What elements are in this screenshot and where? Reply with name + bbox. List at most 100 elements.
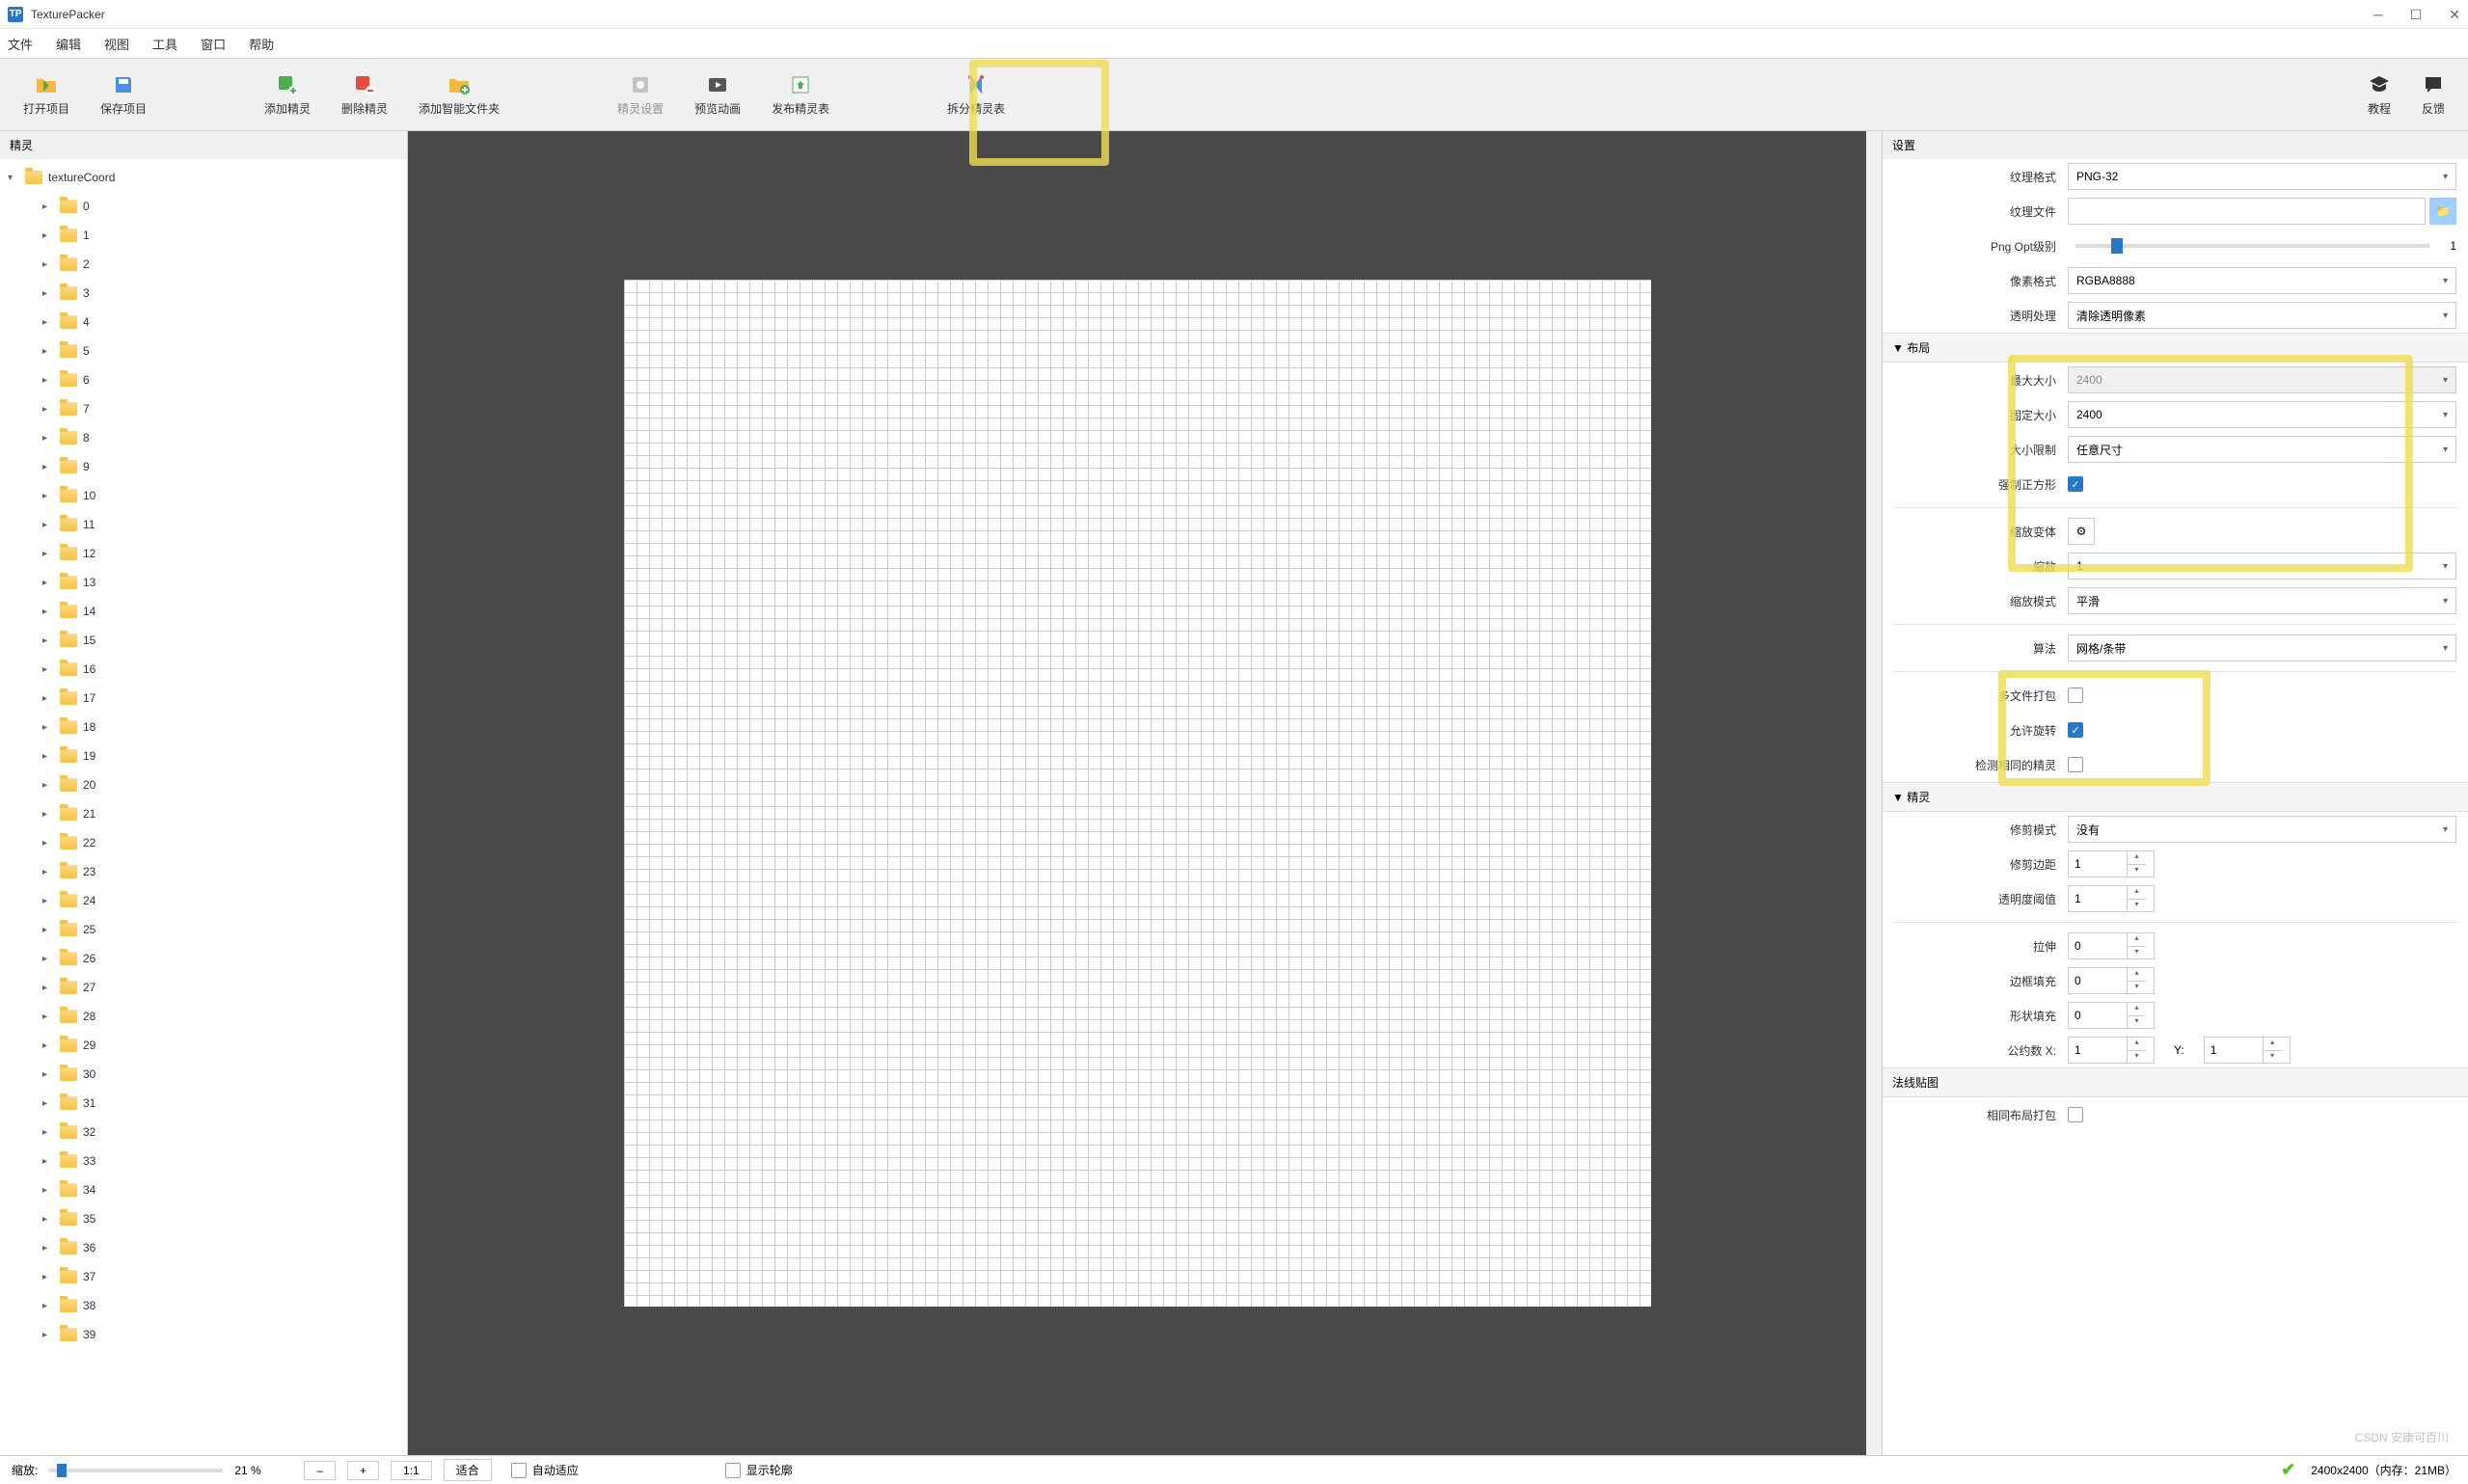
chevron-right-icon[interactable]: ▸ (42, 288, 54, 299)
chevron-right-icon[interactable]: ▸ (42, 664, 54, 675)
tree-item[interactable]: ▸12 (0, 539, 407, 568)
chevron-down-icon[interactable]: ▾ (8, 173, 19, 183)
chevron-right-icon[interactable]: ▸ (42, 954, 54, 964)
tree-item[interactable]: ▸27 (0, 973, 407, 1002)
tree-item[interactable]: ▸1 (0, 221, 407, 250)
trim-mode-select[interactable]: 没有▾ (2068, 816, 2456, 843)
tree-item[interactable]: ▸4 (0, 308, 407, 337)
chevron-right-icon[interactable]: ▸ (42, 1214, 54, 1225)
tree-item[interactable]: ▸10 (0, 481, 407, 510)
menu-window[interactable]: 窗口 (201, 35, 226, 53)
tree-item[interactable]: ▸8 (0, 423, 407, 452)
tutorial-button[interactable]: 教程 (2352, 69, 2406, 121)
tree-item[interactable]: ▸29 (0, 1031, 407, 1060)
tree-item[interactable]: ▸0 (0, 192, 407, 221)
size-limit-select[interactable]: 任意尺寸▾ (2068, 436, 2456, 463)
chevron-right-icon[interactable]: ▸ (42, 1301, 54, 1311)
menu-help[interactable]: 帮助 (249, 35, 274, 53)
chevron-right-icon[interactable]: ▸ (42, 896, 54, 906)
chevron-right-icon[interactable]: ▸ (42, 1127, 54, 1138)
chevron-right-icon[interactable]: ▸ (42, 1330, 54, 1340)
tree-item[interactable]: ▸23 (0, 857, 407, 886)
chevron-right-icon[interactable]: ▸ (42, 259, 54, 270)
zoom-in-button[interactable]: + (347, 1461, 379, 1480)
tree-root[interactable]: ▾ textureCoord (0, 163, 407, 192)
chevron-right-icon[interactable]: ▸ (42, 780, 54, 791)
canvas-scrollbar[interactable] (1866, 131, 1882, 1455)
normal-map-section[interactable]: 法线贴图 (1883, 1067, 2468, 1097)
tree-item[interactable]: ▸7 (0, 394, 407, 423)
chevron-right-icon[interactable]: ▸ (42, 635, 54, 646)
chevron-right-icon[interactable]: ▸ (42, 1272, 54, 1282)
scale-mode-select[interactable]: 平滑▾ (2068, 587, 2456, 614)
tree-item[interactable]: ▸22 (0, 828, 407, 857)
tree-item[interactable]: ▸24 (0, 886, 407, 915)
tex-format-select[interactable]: PNG-32▾ (2068, 163, 2456, 190)
chevron-right-icon[interactable]: ▸ (42, 520, 54, 530)
tree-item[interactable]: ▸39 (0, 1320, 407, 1349)
layout-section[interactable]: ▼ 布局 (1883, 333, 2468, 363)
tex-file-input[interactable] (2068, 198, 2426, 225)
chevron-right-icon[interactable]: ▸ (42, 1098, 54, 1109)
chevron-right-icon[interactable]: ▸ (42, 838, 54, 849)
shape-pad-input[interactable]: ▴▾ (2068, 1002, 2155, 1029)
common-div-x[interactable]: ▴▾ (2068, 1037, 2155, 1064)
chevron-right-icon[interactable]: ▸ (42, 230, 54, 241)
open-project-button[interactable]: 打开项目 (8, 69, 85, 121)
border-pad-input[interactable]: ▴▾ (2068, 967, 2155, 994)
maximize-button[interactable]: ☐ (2410, 7, 2423, 23)
close-button[interactable]: ✕ (2449, 7, 2460, 23)
tree-item[interactable]: ▸18 (0, 713, 407, 742)
chevron-right-icon[interactable]: ▸ (42, 578, 54, 588)
preview-anim-button[interactable]: 预览动画 (679, 69, 756, 121)
tree-item[interactable]: ▸28 (0, 1002, 407, 1031)
same-layout-checkbox[interactable] (2068, 1107, 2083, 1122)
menu-tools[interactable]: 工具 (152, 35, 177, 53)
split-sheet-button[interactable]: 拆分精灵表 (932, 69, 1020, 121)
tree-item[interactable]: ▸21 (0, 799, 407, 828)
extrude-input[interactable]: ▴▾ (2068, 932, 2155, 959)
chevron-right-icon[interactable]: ▸ (42, 202, 54, 212)
tree-item[interactable]: ▸16 (0, 655, 407, 684)
algo-select[interactable]: 网格/条带▾ (2068, 634, 2456, 661)
tree-item[interactable]: ▸19 (0, 742, 407, 770)
tree-item[interactable]: ▸5 (0, 337, 407, 365)
tree-item[interactable]: ▸31 (0, 1089, 407, 1118)
chevron-right-icon[interactable]: ▸ (42, 1243, 54, 1254)
add-sprite-button[interactable]: 添加精灵 (249, 69, 326, 121)
chevron-right-icon[interactable]: ▸ (42, 375, 54, 386)
png-opt-slider[interactable] (2075, 244, 2429, 248)
chevron-right-icon[interactable]: ▸ (42, 549, 54, 559)
chevron-right-icon[interactable]: ▸ (42, 1156, 54, 1167)
trim-margin-input[interactable]: ▴▾ (2068, 850, 2155, 877)
tree-item[interactable]: ▸34 (0, 1175, 407, 1204)
tree-item[interactable]: ▸26 (0, 944, 407, 973)
chevron-right-icon[interactable]: ▸ (42, 404, 54, 415)
alpha-select[interactable]: 清除透明像素▾ (2068, 302, 2456, 329)
chevron-right-icon[interactable]: ▸ (42, 925, 54, 935)
tree-item[interactable]: ▸37 (0, 1262, 407, 1291)
tree-item[interactable]: ▸38 (0, 1291, 407, 1320)
force-square-checkbox[interactable]: ✓ (2068, 476, 2083, 492)
tree-item[interactable]: ▸13 (0, 568, 407, 597)
sprite-settings-button[interactable]: 精灵设置 (602, 69, 679, 121)
tree-item[interactable]: ▸35 (0, 1204, 407, 1233)
alpha-thr-input[interactable]: ▴▾ (2068, 885, 2155, 912)
zoom-fit-button[interactable]: 适合 (444, 1459, 492, 1481)
canvas[interactable] (408, 131, 1866, 1455)
scale-variant-button[interactable]: ⚙ (2068, 518, 2095, 545)
chevron-right-icon[interactable]: ▸ (42, 809, 54, 820)
tree-item[interactable]: ▸3 (0, 279, 407, 308)
common-div-y[interactable]: ▴▾ (2204, 1037, 2291, 1064)
chevron-right-icon[interactable]: ▸ (42, 607, 54, 617)
tree-item[interactable]: ▸14 (0, 597, 407, 626)
chevron-right-icon[interactable]: ▸ (42, 1185, 54, 1196)
zoom-out-button[interactable]: – (304, 1461, 336, 1480)
chevron-right-icon[interactable]: ▸ (42, 1012, 54, 1022)
tree-item[interactable]: ▸9 (0, 452, 407, 481)
tree-item[interactable]: ▸25 (0, 915, 407, 944)
chevron-right-icon[interactable]: ▸ (42, 346, 54, 357)
tree-item[interactable]: ▸36 (0, 1233, 407, 1262)
tree-item[interactable]: ▸30 (0, 1060, 407, 1089)
auto-fit-check[interactable]: 自动适应 (511, 1462, 579, 1478)
